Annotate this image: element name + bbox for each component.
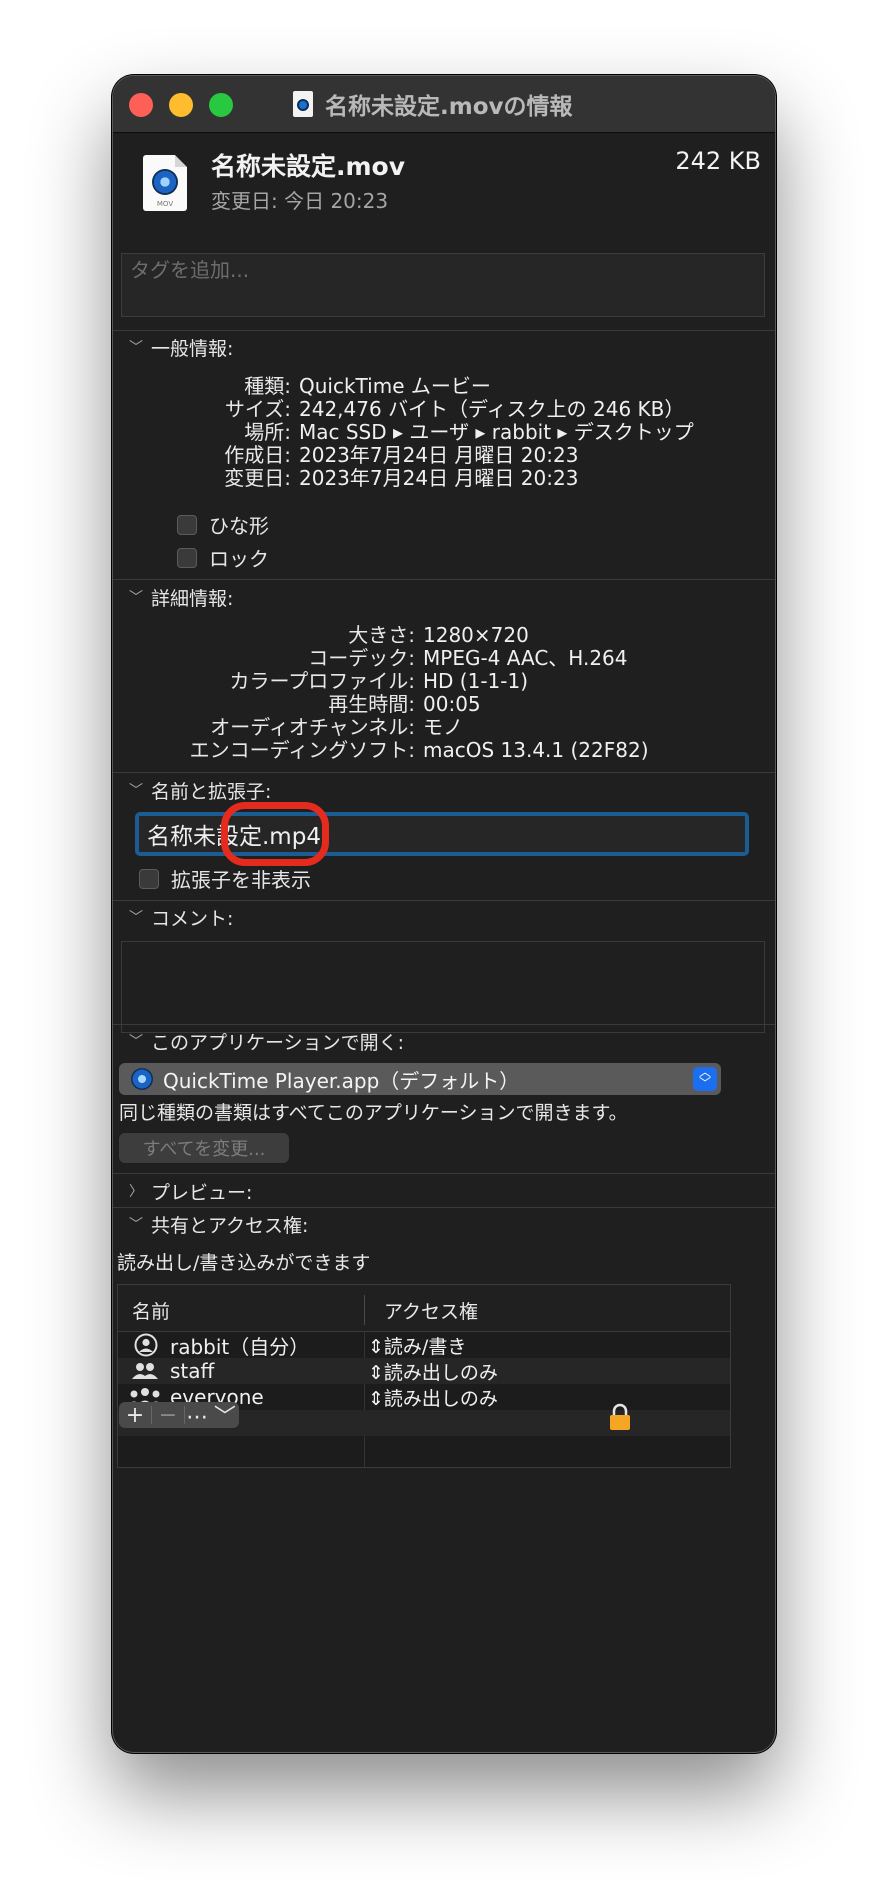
table-row[interactable]: rabbit（自分） ⇕読み/書き [118,1332,730,1359]
divider [113,1173,775,1174]
section-general-heading: 一般情報: [151,337,234,360]
section-sharing-toggle[interactable]: ﹀ 共有とアクセス権: [129,1209,308,1239]
hide-extension-row[interactable]: 拡張子を非表示 [139,864,311,893]
action-menu-button[interactable]: ⋯ ﹀ [185,1399,237,1431]
user-icon [134,1333,158,1357]
perm-user-name: staff [170,1359,215,1383]
section-name-heading: 名前と拡張子: [151,780,272,803]
general-row: 変更日: 2023年7月24日 月曜日 20:23 [113,464,578,492]
locked-checkbox[interactable] [177,547,197,568]
permissions-header: 名前 アクセス権 [118,1285,730,1332]
section-sharing-heading: 共有とアクセス権: [151,1214,309,1237]
zoom-button[interactable] [209,93,233,117]
updown-icon: ⇕ [368,1335,384,1358]
section-general-toggle[interactable]: ﹀ 一般情報: [129,332,233,362]
section-name-toggle[interactable]: ﹀ 名前と拡張子: [129,775,271,805]
movie-file-icon [293,91,313,117]
section-comments-toggle[interactable]: ﹀ コメント: [129,902,233,932]
permissions-toolbar: + − ⋯ ﹀ [119,1399,239,1431]
perm-user-name: rabbit（自分） [170,1334,310,1359]
tags-field[interactable] [121,253,765,317]
popup-stepper-icon: ︿ ﹀ [693,1066,717,1091]
perm-access-value: 読み出しのみ [383,1387,498,1410]
section-open-with-heading: このアプリケーションで開く: [151,1031,405,1054]
quicktime-icon [131,1068,153,1090]
kv-key: エンコーディングソフト: [189,738,415,762]
chevron-right-icon: 〉 [129,1184,143,1200]
perm-access-select[interactable]: ⇕読み/書き [368,1332,466,1359]
lock-icon[interactable] [609,1403,631,1431]
kv-value: macOS 13.4.1 (22F82) [423,738,649,762]
locked-label: ロック [209,547,269,571]
details-row: エンコーディングソフト: macOS 13.4.1 (22F82) [113,736,649,764]
get-info-window: 名称未設定.movの情報 MOV 名称未設定.mov 242 KB 変更日: 今… [112,75,776,1753]
comments-input[interactable] [122,942,768,1036]
perm-access-select[interactable]: ⇕読み出しのみ [368,1384,498,1411]
perm-access-value: 読み/書き [383,1335,467,1358]
hide-extension-label: 拡張子を非表示 [171,868,311,892]
divider [113,1207,775,1208]
divider [113,900,775,901]
section-comments-heading: コメント: [151,907,234,930]
remove-button[interactable]: − [152,1403,184,1428]
divider [113,579,775,580]
open-with-description: 同じ種類の書類はすべてこのアプリケーションで開きます。 [119,1102,628,1124]
window-title: 名称未設定.movの情報 [293,86,573,122]
group-icon [132,1363,158,1379]
column-divider [364,1295,365,1325]
updown-icon: ⇕ [368,1361,384,1384]
ellipsis-circle-icon: ⋯ [186,1405,209,1430]
file-name: 名称未設定.mov [211,152,406,181]
window-title-text: 名称未設定.movの情報 [325,94,573,120]
perm-access-select[interactable]: ⇕読み出しのみ [368,1358,498,1385]
kv-value: 2023年7月24日 月曜日 20:23 [299,466,579,490]
annotation-circle [221,802,329,866]
section-preview-heading: プレビュー: [151,1181,253,1204]
section-preview-toggle[interactable]: 〉 プレビュー: [129,1176,252,1206]
table-row[interactable]: staff ⇕読み出しのみ [118,1358,730,1384]
col-header-name[interactable]: 名前 [132,1297,170,1324]
modified-date: 変更日: 今日 20:23 [211,189,389,213]
permissions-table: 名前 アクセス権 rabbit（自分） ⇕読み/書き staff ⇕読み出しのみ [117,1284,731,1468]
tags-input[interactable] [122,254,755,286]
divider [113,1024,775,1025]
hide-extension-checkbox[interactable] [139,868,159,889]
open-with-app-label: QuickTime Player.app（デフォルト） [163,1068,520,1093]
chevron-down-icon: ﹀ [129,1217,143,1233]
title-bar[interactable]: 名称未設定.movの情報 [113,76,775,133]
file-size: 242 KB [675,147,761,175]
updown-icon: ⇕ [368,1387,384,1410]
open-with-popup[interactable]: QuickTime Player.app（デフォルト） ︿ ﹀ [119,1063,721,1095]
change-all-button[interactable]: すべてを変更... [119,1133,289,1163]
file-header: MOV 名称未設定.mov 242 KB 変更日: 今日 20:23 [113,133,775,317]
section-details-toggle[interactable]: ﹀ 詳細情報: [129,582,233,612]
section-details-heading: 詳細情報: [151,587,234,610]
close-button[interactable] [129,93,153,117]
stationery-checkbox-row[interactable]: ひな形 [177,510,269,539]
quicktime-file-icon: MOV [143,155,187,211]
table-row-empty [118,1436,730,1462]
sharing-status: 読み出し/書き込みができます [117,1252,371,1274]
chevron-down-icon: ﹀ [129,340,143,356]
divider [113,330,775,331]
chevron-down-icon: ﹀ [129,590,143,606]
chevron-down-icon: ﹀ [129,1034,143,1050]
chevron-down-icon: ﹀ [213,1405,236,1430]
minimize-button[interactable] [169,93,193,117]
kv-key: 変更日: [224,466,291,490]
perm-access-value: 読み出しのみ [383,1361,498,1384]
section-open-with-toggle[interactable]: ﹀ このアプリケーションで開く: [129,1026,404,1056]
divider [113,772,775,773]
file-ext-label: MOV [156,200,174,208]
stationery-label: ひな形 [209,514,269,538]
add-button[interactable]: + [119,1403,151,1428]
locked-checkbox-row[interactable]: ロック [177,543,269,572]
chevron-down-icon: ﹀ [129,783,143,799]
col-header-access[interactable]: アクセス権 [384,1297,478,1324]
comments-field[interactable] [121,941,768,1036]
stationery-checkbox[interactable] [177,514,197,535]
chevron-down-icon: ﹀ [129,910,143,926]
